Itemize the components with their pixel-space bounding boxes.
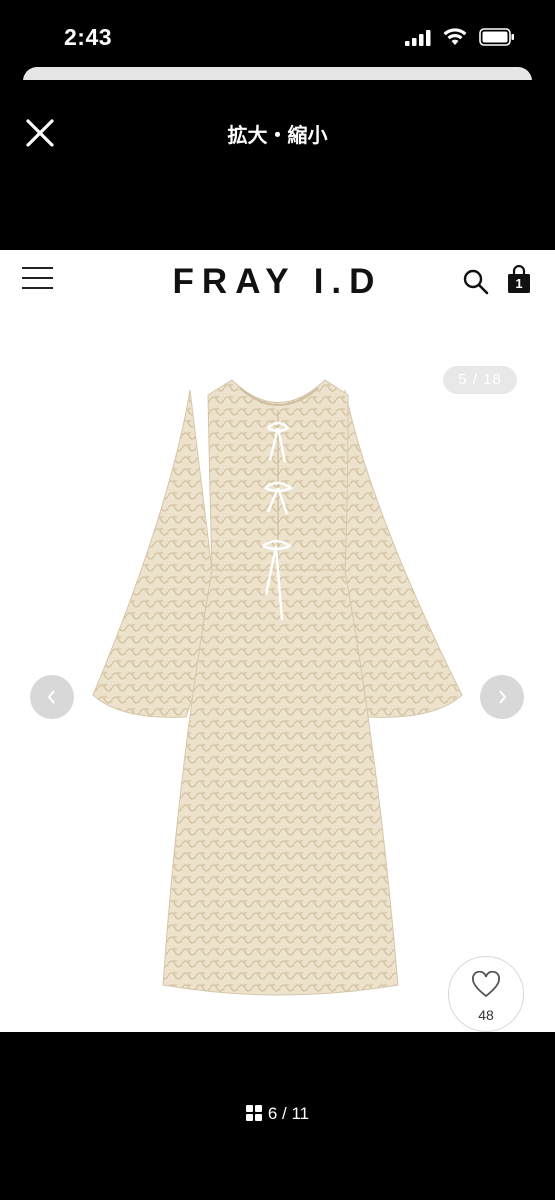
chevron-left-icon: [47, 690, 55, 704]
heart-icon: [472, 971, 500, 998]
favorite-button[interactable]: 48: [448, 956, 524, 1032]
page-indicator[interactable]: 6 / 11: [0, 1104, 555, 1124]
wifi-icon: [443, 28, 467, 45]
battery-icon: [479, 28, 514, 46]
prev-image-button[interactable]: [30, 675, 74, 719]
status-bar: 2:43: [0, 0, 555, 72]
chevron-right-icon: [499, 690, 507, 704]
product-page: FRAY I.D 1 5 / 18 48: [0, 250, 555, 1032]
viewer-title: 拡大・縮小: [227, 125, 328, 147]
signal-icon: [405, 30, 431, 46]
grid-icon: [245, 1105, 262, 1121]
next-image-button[interactable]: [480, 675, 524, 719]
status-time: 2:43: [64, 24, 113, 50]
image-counter: 5 / 18: [443, 366, 517, 394]
page-indicator-text: 6 / 11: [267, 1104, 310, 1123]
viewer-footer: 6 / 11: [0, 1032, 555, 1200]
favorite-count: 48: [478, 1007, 494, 1023]
viewer-header: [0, 80, 555, 250]
